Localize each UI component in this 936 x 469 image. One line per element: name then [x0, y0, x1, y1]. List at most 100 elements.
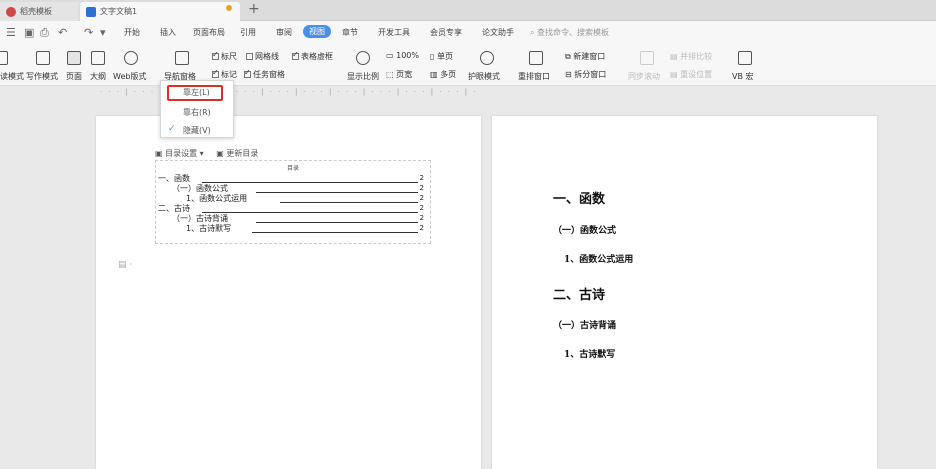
- ruler-checkbox[interactable]: 标尺: [212, 50, 237, 62]
- rearrange-window-button[interactable]: 重排窗口: [518, 71, 550, 82]
- toc-leader: [256, 222, 418, 223]
- sync-scroll-icon[interactable]: [640, 51, 654, 65]
- pen-icon[interactable]: [36, 51, 50, 65]
- zoom-100-button[interactable]: ▭ 100%: [386, 51, 419, 60]
- web-icon[interactable]: [124, 51, 138, 65]
- split-window-button[interactable]: ⊟ 拆分窗口: [565, 69, 606, 80]
- heading-2[interactable]: （一）函数公式: [553, 223, 616, 236]
- menu-paper-assistant[interactable]: 论文助手: [482, 27, 514, 38]
- undo-icon[interactable]: ↶: [58, 26, 67, 39]
- toc-leader: [202, 182, 418, 183]
- menu-membership[interactable]: 会员专享: [430, 27, 462, 38]
- eye-icon[interactable]: [480, 51, 494, 65]
- zoom-icon[interactable]: [356, 51, 370, 65]
- vb-macro-button[interactable]: VB 宏: [732, 71, 754, 82]
- dock-left-option[interactable]: 靠左(L): [167, 85, 223, 101]
- menu-references[interactable]: 引用: [240, 27, 256, 38]
- toc-page-number: 2: [419, 184, 424, 192]
- toc-entry[interactable]: 1、函数公式运用: [186, 193, 247, 204]
- single-page-button[interactable]: ▯ 单页: [430, 51, 453, 62]
- zoom-button[interactable]: 显示比例: [347, 71, 379, 82]
- horizontal-ruler[interactable]: · · · | · · · | · · · | · · · | · · · | …: [100, 88, 480, 100]
- nav-pane-icon[interactable]: [175, 51, 189, 65]
- menu-view[interactable]: 视图: [303, 25, 331, 38]
- menu-insert[interactable]: 插入: [160, 27, 176, 38]
- vb-macro-icon[interactable]: [738, 51, 752, 65]
- reset-position-button[interactable]: ▤ 重设位置: [670, 69, 712, 80]
- gridlines-checkbox[interactable]: 网格线: [246, 51, 279, 62]
- toc-page-number: 2: [419, 224, 424, 232]
- toc-update-button[interactable]: ▣ 更新目录: [216, 149, 258, 158]
- tab-document[interactable]: 文字文稿1: [80, 2, 240, 21]
- toc-page-number: 2: [419, 174, 424, 182]
- dropdown-icon[interactable]: ▾: [100, 26, 106, 39]
- menu-bar: ☰ ▣ ⎙ ↶ ↷ ▾ 开始 插入 页面布局 引用 审阅 视图 章节 开发工具 …: [0, 21, 936, 45]
- heading-3[interactable]: 1、函数公式运用: [564, 252, 633, 265]
- menu-review[interactable]: 审阅: [276, 27, 292, 38]
- menu-section[interactable]: 章节: [342, 27, 358, 38]
- nav-pane-dropdown: 靠左(L) 靠右(R) ✓ 隐藏(V): [160, 80, 234, 138]
- heading-2[interactable]: （一）古诗背诵: [553, 318, 616, 331]
- page-view-button[interactable]: 页面: [66, 71, 82, 82]
- writer-icon: [86, 6, 96, 17]
- tab-docer-templates[interactable]: 稻壳模板: [0, 2, 78, 21]
- new-window-button[interactable]: ⧉ 新建窗口: [565, 51, 605, 62]
- paragraph-mark-icon: ▤ ·: [118, 260, 133, 270]
- task-pane-checkbox[interactable]: 任务窗格: [244, 68, 285, 80]
- document-page-2[interactable]: [492, 116, 877, 469]
- toc-title: 目录: [286, 165, 299, 172]
- toc-update-icon: ▣: [216, 149, 227, 158]
- web-layout-button[interactable]: Web版式: [113, 71, 146, 82]
- heading-3[interactable]: 1、古诗默写: [564, 347, 615, 360]
- eye-mode-button[interactable]: 护眼模式: [468, 71, 500, 82]
- redo-icon[interactable]: ↷: [84, 26, 93, 39]
- toc-page-number: 2: [419, 214, 424, 222]
- multi-page-icon: ▥: [430, 70, 441, 79]
- markup-checkbox[interactable]: 标记: [212, 68, 237, 80]
- table-of-contents[interactable]: 目录 一、函数 2 （一）函数公式 2 1、函数公式运用 2 二、古诗 2 （一…: [155, 160, 431, 244]
- docer-icon: [6, 6, 16, 17]
- tab-label: 文字文稿1: [100, 7, 138, 16]
- menu-page-layout[interactable]: 页面布局: [193, 27, 225, 38]
- single-page-icon: ▯: [430, 52, 437, 61]
- toc-settings-button[interactable]: ▣ 目录设置 ▾: [155, 149, 204, 158]
- multi-page-button[interactable]: ▥ 多页: [430, 69, 456, 80]
- toc-leader: [256, 192, 418, 193]
- print-icon[interactable]: ⎙: [40, 26, 49, 40]
- unsaved-dot-icon[interactable]: [226, 5, 232, 11]
- outline-icon[interactable]: [91, 51, 105, 65]
- heading-1[interactable]: 一、函数: [553, 188, 605, 207]
- command-search[interactable]: ⌕ 查找命令、搜索模板: [530, 27, 609, 38]
- new-tab-icon[interactable]: +: [248, 1, 260, 17]
- toc-page-number: 2: [419, 194, 424, 202]
- split-window-icon: ⊟: [565, 70, 575, 79]
- side-by-side-button[interactable]: ▤ 并排比较: [670, 51, 712, 62]
- menu-developer[interactable]: 开发工具: [378, 27, 410, 38]
- page-width-icon: ⬚: [386, 70, 397, 79]
- rearrange-window-icon[interactable]: [529, 51, 543, 65]
- sync-scroll-button[interactable]: 同步滚动: [628, 71, 660, 82]
- page-view-icon[interactable]: [67, 51, 81, 65]
- side-by-side-icon: ▤: [670, 52, 681, 61]
- menu-icon[interactable]: ☰: [6, 26, 16, 39]
- hide-option[interactable]: 隐藏(V): [161, 125, 233, 136]
- outline-button[interactable]: 大纲: [90, 71, 106, 82]
- toc-settings-icon: ▣: [155, 149, 166, 158]
- tab-label: 稻壳模板: [20, 7, 52, 16]
- toc-toolbar: ▣ 目录设置 ▾ ▣ 更新目录: [155, 148, 258, 159]
- zoom-100-icon: ▭: [386, 51, 397, 60]
- reset-position-icon: ▤: [670, 70, 681, 79]
- read-mode-icon[interactable]: [0, 51, 8, 65]
- save-icon[interactable]: ▣: [24, 26, 34, 39]
- toc-leader: [202, 212, 418, 213]
- view-ribbon: 读模式 写作模式 页面 大纲 Web版式 导航窗格 标尺 网格线 表格虚框 标记…: [0, 45, 936, 86]
- table-gridlines-checkbox[interactable]: 表格虚框: [292, 50, 333, 62]
- toc-entry[interactable]: 1、古诗默写: [186, 223, 231, 234]
- menu-home[interactable]: 开始: [124, 27, 140, 38]
- page-width-button[interactable]: ⬚ 页宽: [386, 69, 412, 80]
- toc-leader: [280, 202, 418, 203]
- read-mode-button[interactable]: 读模式: [0, 71, 24, 82]
- write-mode-button[interactable]: 写作模式: [26, 71, 58, 82]
- heading-1[interactable]: 二、古诗: [553, 284, 605, 303]
- dock-right-option[interactable]: 靠右(R): [161, 107, 233, 118]
